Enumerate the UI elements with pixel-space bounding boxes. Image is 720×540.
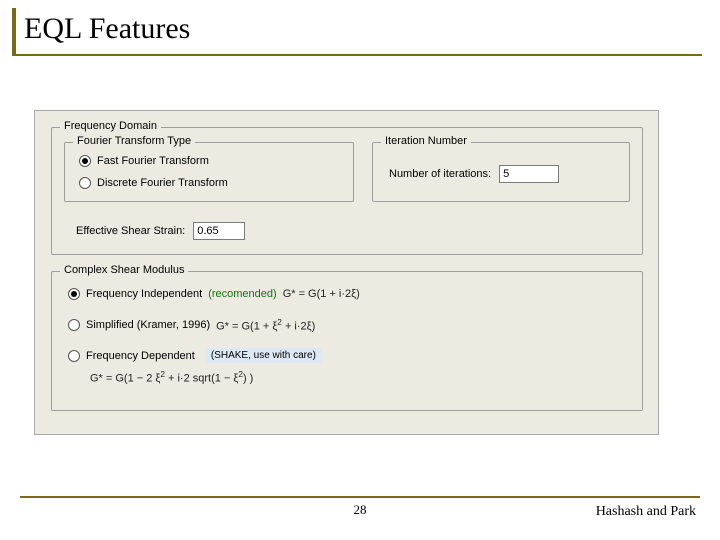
radio-label-fi: Frequency Independent bbox=[86, 288, 202, 300]
radio-freq-independent[interactable]: Frequency Independent (recomended) G* = … bbox=[68, 288, 360, 300]
page-title: EQL Features bbox=[24, 12, 694, 46]
group-label-fourier-type: Fourier Transform Type bbox=[73, 135, 195, 147]
radio-dft[interactable]: Discrete Fourier Transform bbox=[79, 177, 228, 189]
radio-icon bbox=[68, 319, 80, 331]
radio-icon bbox=[79, 177, 91, 189]
group-fourier-type: Fourier Transform Type Fast Fourier Tran… bbox=[64, 142, 354, 202]
group-iteration: Iteration Number Number of iterations: bbox=[372, 142, 630, 202]
footer-authors: Hashash and Park bbox=[596, 504, 696, 520]
iteration-input[interactable] bbox=[499, 165, 559, 183]
group-frequency-domain: Frequency Domain Fourier Transform Type … bbox=[51, 127, 643, 255]
footer-rule bbox=[20, 496, 700, 498]
radio-fft[interactable]: Fast Fourier Transform bbox=[79, 155, 209, 167]
formula-fi: G* = G(1 + i·2ξ) bbox=[283, 288, 360, 300]
group-label-csm: Complex Shear Modulus bbox=[60, 264, 188, 276]
group-complex-shear-modulus: Complex Shear Modulus Frequency Independ… bbox=[51, 271, 643, 411]
slide: EQL Features Frequency Domain Fourier Tr… bbox=[0, 0, 720, 540]
group-label-iteration: Iteration Number bbox=[381, 135, 471, 147]
radio-label-dft: Discrete Fourier Transform bbox=[97, 177, 228, 189]
ess-label: Effective Shear Strain: bbox=[76, 225, 185, 237]
formula-fd-row: G* = G(1 − 2 ξ2 + i·2 sqrt(1 − ξ2) ) bbox=[90, 370, 253, 385]
radio-icon bbox=[68, 350, 80, 362]
note-shake: (SHAKE, use with care) bbox=[205, 348, 322, 363]
radio-freq-dependent[interactable]: Frequency Dependent (SHAKE, use with car… bbox=[68, 348, 322, 363]
radio-label-fft: Fast Fourier Transform bbox=[97, 155, 209, 167]
radio-simplified[interactable]: Simplified (Kramer, 1996) G* = G(1 + ξ2 … bbox=[68, 318, 315, 333]
radio-label-fd: Frequency Dependent bbox=[86, 350, 195, 362]
title-box: EQL Features bbox=[12, 8, 702, 56]
group-label-frequency-domain: Frequency Domain bbox=[60, 120, 161, 132]
note-recommended: (recomended) bbox=[208, 288, 276, 300]
dialog-panel: Frequency Domain Fourier Transform Type … bbox=[34, 110, 659, 435]
radio-icon bbox=[68, 288, 80, 300]
radio-icon bbox=[79, 155, 91, 167]
formula-simp: G* = G(1 + ξ2 + i·2ξ) bbox=[216, 318, 315, 333]
radio-label-simp: Simplified (Kramer, 1996) bbox=[86, 319, 210, 331]
formula-fd: G* = G(1 − 2 ξ2 + i·2 sqrt(1 − ξ2) ) bbox=[90, 370, 253, 385]
ess-input[interactable] bbox=[193, 222, 245, 240]
iteration-field-label: Number of iterations: bbox=[389, 168, 491, 180]
